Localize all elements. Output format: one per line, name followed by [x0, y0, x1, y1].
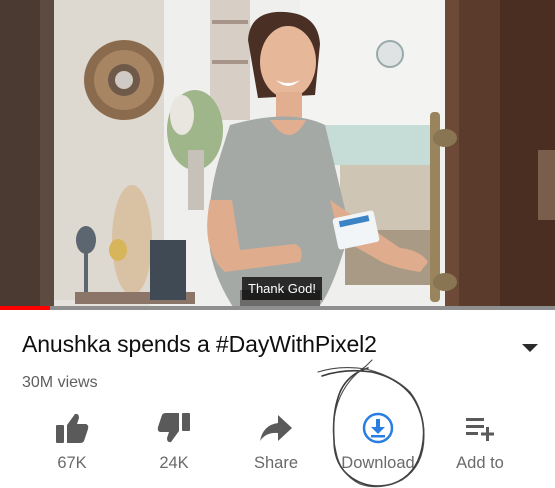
dislike-button[interactable]: 24K: [126, 405, 222, 477]
video-progress-bar[interactable]: [0, 306, 555, 310]
caption-subtitle: Thank God!: [242, 277, 322, 300]
chevron-down-icon[interactable]: [522, 344, 538, 352]
download-icon: [362, 412, 394, 444]
download-label: Download: [341, 454, 415, 472]
video-progress-played: [0, 306, 50, 310]
thumbs-down-icon: [157, 413, 190, 443]
thumbs-up-icon: [56, 413, 89, 443]
share-button[interactable]: Share: [228, 405, 324, 477]
like-button[interactable]: 67K: [24, 405, 120, 477]
dislike-count: 24K: [159, 454, 189, 472]
like-count: 67K: [57, 454, 87, 472]
video-title: Anushka spends a #DayWithPixel2: [22, 331, 377, 357]
share-label: Share: [253, 454, 299, 472]
video-frame: [0, 0, 555, 310]
video-player[interactable]: Thank God!: [0, 0, 555, 310]
download-button[interactable]: Download: [330, 405, 426, 477]
video-actions-row: 67K 24K Share Download Add to: [0, 405, 555, 480]
view-count: 30M views: [22, 374, 98, 391]
add-to-playlist-icon: [466, 418, 494, 441]
add-to-button[interactable]: Add to: [432, 405, 528, 477]
share-icon: [260, 415, 292, 441]
add-to-label: Add to: [456, 454, 504, 472]
